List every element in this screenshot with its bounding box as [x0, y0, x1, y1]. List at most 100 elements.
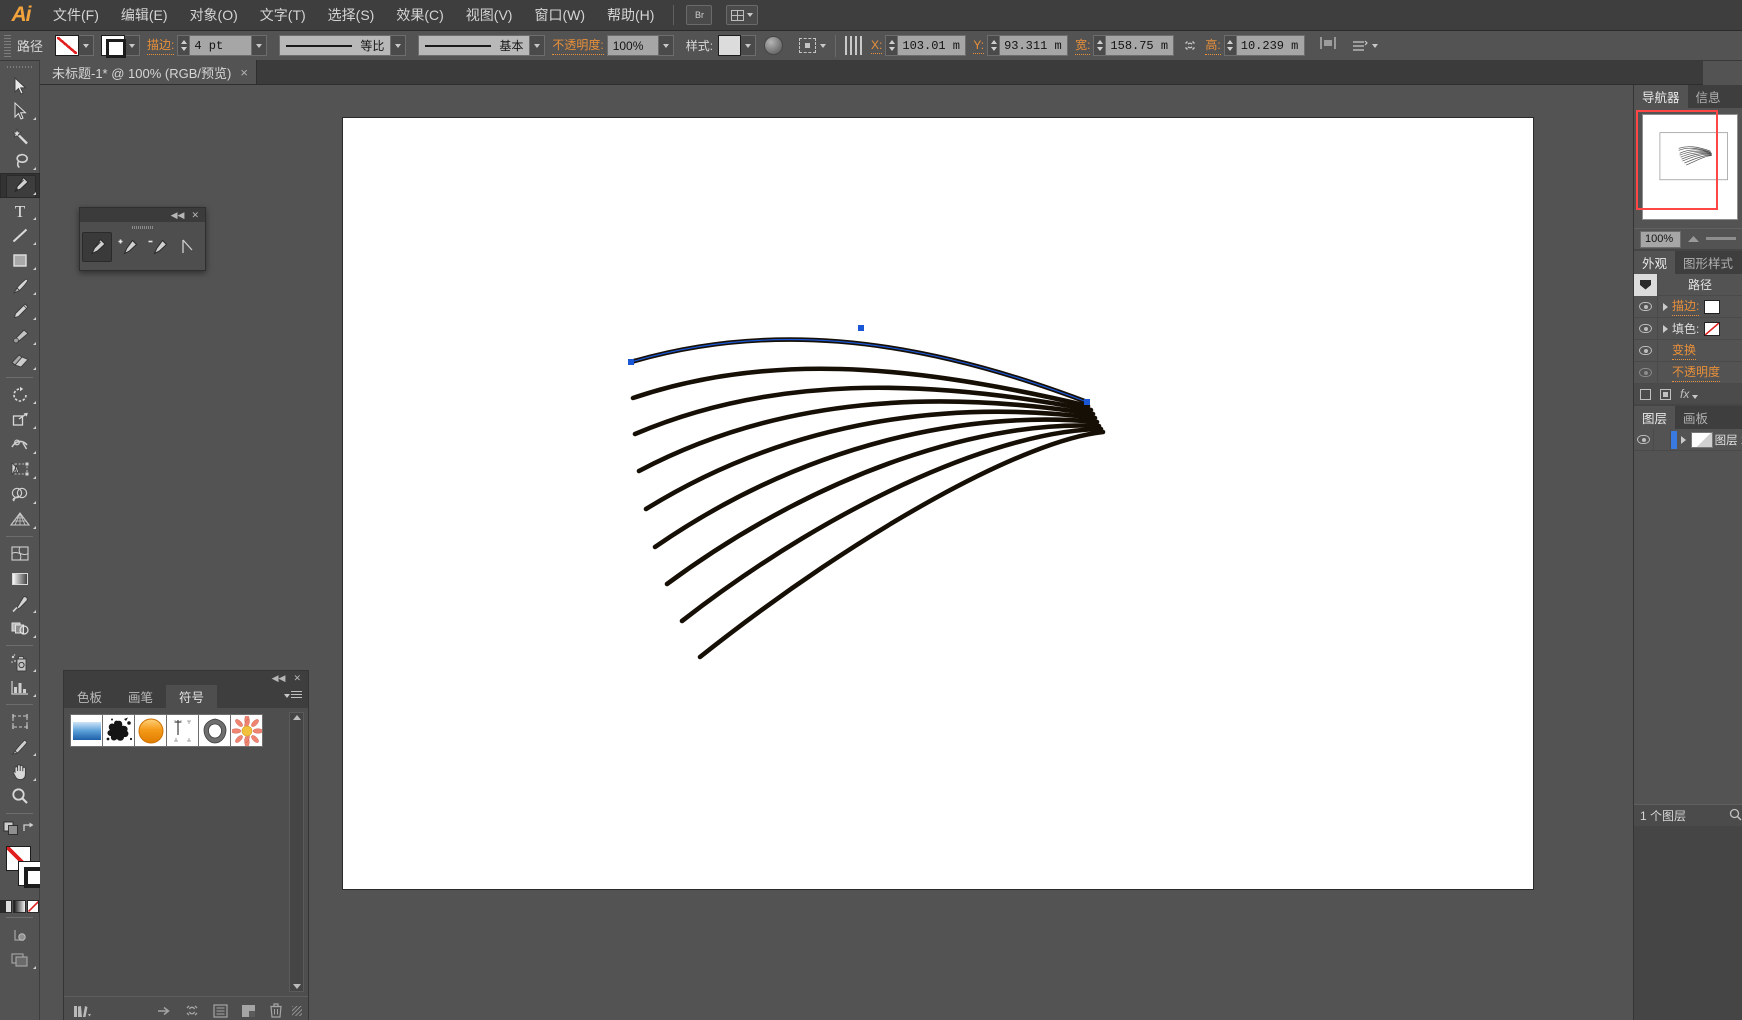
brush-definition-control[interactable]: 等比 [279, 35, 406, 56]
menu-edit[interactable]: 编辑(E) [110, 0, 179, 31]
x-position-control[interactable]: 103.01 m [885, 35, 966, 56]
type-tool[interactable]: T [0, 198, 40, 223]
y-input[interactable]: 93.311 m [1000, 35, 1068, 56]
symbol-registration-mark[interactable] [166, 714, 199, 747]
appearance-row-fill[interactable]: 填色: [1634, 318, 1742, 340]
column-graph-tool[interactable] [0, 675, 40, 700]
stroke-profile-dropdown-button[interactable] [530, 35, 545, 56]
pen-tool[interactable] [0, 173, 40, 198]
control-bar-gripper[interactable] [4, 35, 11, 57]
stroke-dropdown-button[interactable] [125, 35, 140, 56]
pen-tool-tearoff-palette[interactable]: ◀◀ ✕ [79, 207, 206, 271]
add-new-effect-icon[interactable]: fx [1680, 387, 1689, 401]
stepper-down-icon[interactable] [889, 47, 895, 51]
artboard[interactable] [343, 118, 1533, 889]
menu-object[interactable]: 对象(O) [179, 0, 249, 31]
menu-view[interactable]: 视图(V) [455, 0, 524, 31]
navigator-view-box[interactable] [1636, 110, 1718, 210]
symbols-scrollbar[interactable] [289, 712, 304, 992]
target-indicator-icon[interactable] [1634, 274, 1658, 296]
add-new-fill-icon[interactable] [1660, 389, 1671, 400]
chevron-down-icon[interactable] [1692, 395, 1698, 399]
pen-tool[interactable] [82, 232, 112, 262]
tab-symbols[interactable]: 符号 [166, 685, 217, 708]
scale-tool[interactable] [0, 407, 40, 432]
shape-builder-tool[interactable] [0, 482, 40, 507]
appearance-fill-label[interactable]: 填色: [1672, 320, 1699, 338]
tab-navigator[interactable]: 导航器 [1634, 85, 1688, 108]
symbol-flower[interactable] [230, 714, 263, 747]
fill-swatch[interactable] [55, 35, 79, 56]
stepper-down-icon[interactable] [991, 47, 997, 51]
perspective-grid-tool[interactable] [0, 507, 40, 532]
arrange-documents-button[interactable] [726, 5, 758, 25]
mesh-tool[interactable] [0, 541, 40, 566]
selection-tool[interactable] [0, 73, 40, 98]
graphic-style-control[interactable] [718, 35, 756, 56]
width-control[interactable]: 158.75 m [1093, 35, 1174, 56]
symbol-options-icon[interactable] [208, 1001, 232, 1020]
symbol-blue-gradient[interactable] [70, 714, 103, 747]
opacity-dropdown-button[interactable] [659, 35, 674, 56]
stroke-weight-control[interactable]: 4 pt [177, 35, 267, 56]
appearance-row-transform[interactable]: 变换 [1634, 340, 1742, 362]
free-transform-tool[interactable] [0, 457, 40, 482]
stroke-profile-control[interactable]: 基本 [418, 35, 545, 56]
place-symbol-instance-icon[interactable] [152, 1001, 176, 1020]
height-label[interactable]: 高: [1205, 36, 1220, 55]
stroke-color-control[interactable] [101, 35, 140, 56]
stroke-swatch[interactable] [101, 35, 125, 56]
height-input[interactable]: 10.239 m [1237, 35, 1305, 56]
tab-layers[interactable]: 图层 [1634, 406, 1675, 429]
delete-anchor-point-tool[interactable] [142, 232, 172, 262]
scroll-down-icon[interactable] [293, 984, 301, 989]
opacity-control[interactable]: 100% [607, 35, 674, 56]
symbols-grid-area[interactable] [64, 708, 308, 996]
appearance-target-row[interactable]: 路径 [1634, 274, 1742, 296]
tab-info[interactable]: 信息 [1688, 85, 1729, 108]
symbols-panel-titlebar[interactable]: ◀◀ ✕ [64, 671, 308, 685]
width-tool[interactable] [0, 432, 40, 457]
blob-brush-tool[interactable] [0, 323, 40, 348]
disclosure-triangle-icon[interactable] [1658, 325, 1672, 333]
rectangle-tool[interactable] [0, 248, 40, 273]
symbol-sprayer-tool[interactable] [0, 650, 40, 675]
menu-file[interactable]: 文件(F) [42, 0, 110, 31]
go-to-bridge-button[interactable]: Br [686, 5, 712, 25]
y-position-control[interactable]: 93.311 m [987, 35, 1068, 56]
stepper-up-icon[interactable] [181, 40, 187, 44]
menu-effect[interactable]: 效果(C) [385, 0, 454, 31]
menu-window[interactable]: 窗口(W) [523, 0, 596, 31]
symbols-panel[interactable]: ◀◀ ✕ 色板 画笔 符号 [63, 670, 309, 1020]
slice-tool[interactable] [0, 734, 40, 759]
y-stepper[interactable] [987, 35, 1000, 56]
tab-artboards[interactable]: 画板 [1675, 406, 1716, 429]
scroll-up-icon[interactable] [293, 715, 301, 720]
navigator-body[interactable] [1634, 108, 1742, 228]
appearance-stroke-label[interactable]: 描边: [1672, 297, 1699, 316]
brush-definition-combo[interactable]: 等比 [279, 35, 391, 56]
visibility-toggle-icon[interactable] [1634, 340, 1658, 362]
stroke-weight-stepper[interactable] [177, 35, 190, 56]
stepper-up-icon[interactable] [991, 40, 997, 44]
stepper-down-icon[interactable] [1227, 47, 1233, 51]
constrain-proportions-icon[interactable] [1181, 38, 1198, 54]
search-icon[interactable] [1729, 808, 1742, 824]
break-link-to-symbol-icon[interactable] [180, 1001, 204, 1020]
appearance-row-stroke[interactable]: 描边: [1634, 296, 1742, 318]
menu-select[interactable]: 选择(S) [317, 0, 386, 31]
stepper-up-icon[interactable] [1227, 40, 1233, 44]
layer-lock-toggle[interactable] [1654, 429, 1671, 451]
close-icon[interactable]: × [240, 65, 248, 80]
rotate-tool[interactable] [0, 382, 40, 407]
fill-dropdown-button[interactable] [79, 35, 94, 56]
menu-help[interactable]: 帮助(H) [596, 0, 665, 31]
appearance-row-opacity[interactable]: 不透明度 [1634, 362, 1742, 384]
height-stepper[interactable] [1224, 35, 1237, 56]
opacity-input[interactable]: 100% [607, 35, 659, 56]
x-stepper[interactable] [885, 35, 898, 56]
width-input[interactable]: 158.75 m [1106, 35, 1174, 56]
more-options-button[interactable] [1351, 39, 1378, 53]
swap-fill-stroke-icon[interactable] [21, 821, 36, 841]
new-symbol-icon[interactable] [236, 1001, 260, 1020]
